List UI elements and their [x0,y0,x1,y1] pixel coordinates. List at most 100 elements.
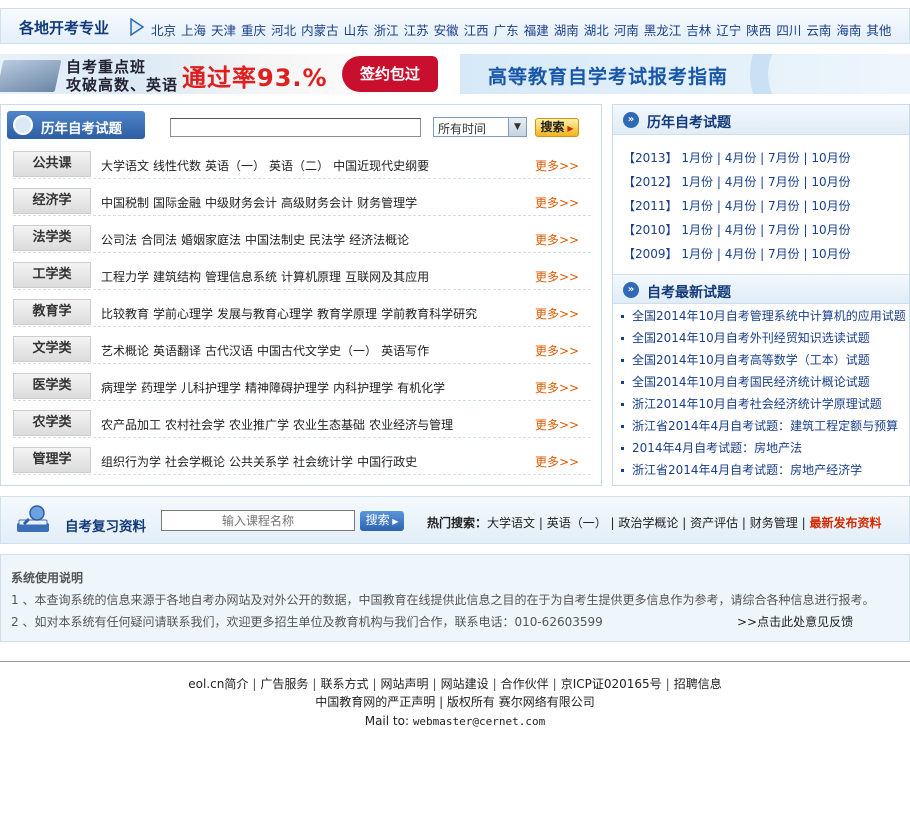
subject-link[interactable]: 英语翻译 [153,344,201,358]
region-link[interactable]: 江西 [464,23,489,38]
more-link[interactable]: 更多>> [535,268,579,285]
subject-link[interactable]: 艺术概论 [101,344,149,358]
region-link[interactable]: 其他 [866,23,891,38]
latest-exam-item[interactable]: 浙江省2014年4月自考试题：房地产经济学 [621,461,862,478]
subject-link[interactable]: 农业推广学 [229,418,289,432]
subject-link[interactable]: 发展与教育心理学 [217,307,313,321]
subject-link[interactable]: 计算机原理 [281,270,341,284]
region-link[interactable]: 北京 [151,23,176,38]
subject-link[interactable]: 农产品加工 [101,418,161,432]
region-link[interactable]: 福建 [524,23,549,38]
month-link[interactable]: 4月份 [725,247,757,261]
subject-link[interactable]: 中国古代文学史（一） [257,344,377,358]
more-link[interactable]: 更多>> [535,194,579,211]
subject-link[interactable]: 精神障碍护理学 [245,381,329,395]
hot-search-link[interactable]: 财务管理 [750,516,798,530]
month-link[interactable]: 10月份 [811,247,850,261]
latest-exam-item[interactable]: 全国2014年10月自考高等数学（工本）试题 [621,351,870,368]
footer-link[interactable]: eol.cn简介 [188,677,248,691]
month-link[interactable]: 1月份 [681,199,713,213]
subject-link[interactable]: 古代汉语 [205,344,253,358]
region-link[interactable]: 黑龙江 [644,23,682,38]
subject-link[interactable]: 中国行政史 [357,455,417,469]
subject-link[interactable]: 农业生态基础 [293,418,365,432]
latest-exam-link[interactable]: 全国2014年10月自考外刊经贸知识选读试题 [632,331,870,345]
subject-link[interactable]: 国际金融 [153,196,201,210]
region-link[interactable]: 湖北 [584,23,609,38]
footer-link[interactable]: 网站声明 [381,677,429,691]
subject-link[interactable]: 大学语文 [101,159,149,173]
subject-link[interactable]: 民法学 [309,233,345,247]
subject-link[interactable]: 中国法制史 [245,233,305,247]
more-link[interactable]: 更多>> [535,453,579,470]
region-link[interactable]: 河南 [614,23,639,38]
hot-search-link[interactable]: 大学语文 [487,516,535,530]
month-link[interactable]: 1月份 [681,223,713,237]
subject-link[interactable]: 教育学原理 [317,307,377,321]
more-link[interactable]: 更多>> [535,157,579,174]
subject-link[interactable]: 工程力学 [101,270,149,284]
month-link[interactable]: 4月份 [725,175,757,189]
month-link[interactable]: 10月份 [811,223,850,237]
subject-link[interactable]: 儿科护理学 [181,381,241,395]
category-label[interactable]: 经济学 [13,188,91,214]
region-link[interactable]: 陕西 [746,23,771,38]
region-link[interactable]: 河北 [271,23,296,38]
month-link[interactable]: 7月份 [768,247,800,261]
region-link[interactable]: 广东 [494,23,519,38]
subject-link[interactable]: 英语（二） [269,159,329,173]
month-link[interactable]: 10月份 [811,199,850,213]
course-search-button[interactable]: 搜索 ▶ [360,511,404,531]
region-link[interactable]: 上海 [181,23,206,38]
subject-link[interactable]: 中国近现代史纲要 [333,159,429,173]
footer-link[interactable]: 联系方式 [320,677,368,691]
more-link[interactable]: 更多>> [535,231,579,248]
month-link[interactable]: 4月份 [725,151,757,165]
year-link[interactable]: 【2010】 [623,223,678,237]
subject-link[interactable]: 高级财务会计 [281,196,353,210]
subject-link[interactable]: 财务管理学 [357,196,417,210]
latest-exam-link[interactable]: 浙江省2014年4月自考试题：房地产经济学 [632,463,862,477]
category-label[interactable]: 管理学 [13,447,91,473]
subject-link[interactable]: 内科护理学 [333,381,393,395]
month-link[interactable]: 7月份 [768,199,800,213]
latest-exam-link[interactable]: 2014年4月自考试题：房地产法 [632,441,802,455]
subject-link[interactable]: 社会学概论 [165,455,225,469]
year-link[interactable]: 【2012】 [623,175,678,189]
subject-link[interactable]: 药理学 [141,381,177,395]
subject-link[interactable]: 比较教育 [101,307,149,321]
month-link[interactable]: 7月份 [768,151,800,165]
feedback-link[interactable]: >>点击此处意见反馈 [737,613,853,630]
hot-search-link[interactable]: 政治学概论 [618,516,678,530]
region-link[interactable]: 天津 [211,23,236,38]
hot-search-link[interactable]: 英语（一） [547,516,607,530]
latest-exam-item[interactable]: 2014年4月自考试题：房地产法 [621,439,802,456]
subject-link[interactable]: 社会统计学 [293,455,353,469]
month-link[interactable]: 10月份 [811,151,850,165]
region-link[interactable]: 安徽 [434,23,459,38]
subject-link[interactable]: 建筑结构 [153,270,201,284]
chevron-down-icon[interactable]: ▼ [508,118,526,136]
category-label[interactable]: 公共课 [13,151,91,177]
subject-link[interactable]: 农村社会学 [165,418,225,432]
year-link[interactable]: 【2009】 [623,247,678,261]
latest-exam-link[interactable]: 全国2014年10月自考国民经济统计概论试题 [632,375,870,389]
more-link[interactable]: 更多>> [535,305,579,322]
subject-link[interactable]: 组织行为学 [101,455,161,469]
month-link[interactable]: 7月份 [768,223,800,237]
region-link[interactable]: 四川 [776,23,801,38]
subject-link[interactable]: 婚姻家庭法 [181,233,241,247]
region-link[interactable]: 内蒙古 [301,23,339,38]
month-link[interactable]: 1月份 [681,175,713,189]
subject-link[interactable]: 互联网及其应用 [345,270,429,284]
exam-search-button[interactable]: 搜索 ▶ [535,118,579,137]
region-link[interactable]: 吉林 [686,23,711,38]
year-link[interactable]: 【2011】 [623,199,678,213]
footer-link[interactable]: 京ICP证020165号 [561,677,662,691]
month-link[interactable]: 1月份 [681,151,713,165]
subject-link[interactable]: 中级财务会计 [205,196,277,210]
latest-exam-item[interactable]: 浙江2014年10月自考社会经济统计学原理试题 [621,395,882,412]
subject-link[interactable]: 英语（一） [205,159,265,173]
course-search-field[interactable] [162,511,354,530]
subject-link[interactable]: 中国税制 [101,196,149,210]
